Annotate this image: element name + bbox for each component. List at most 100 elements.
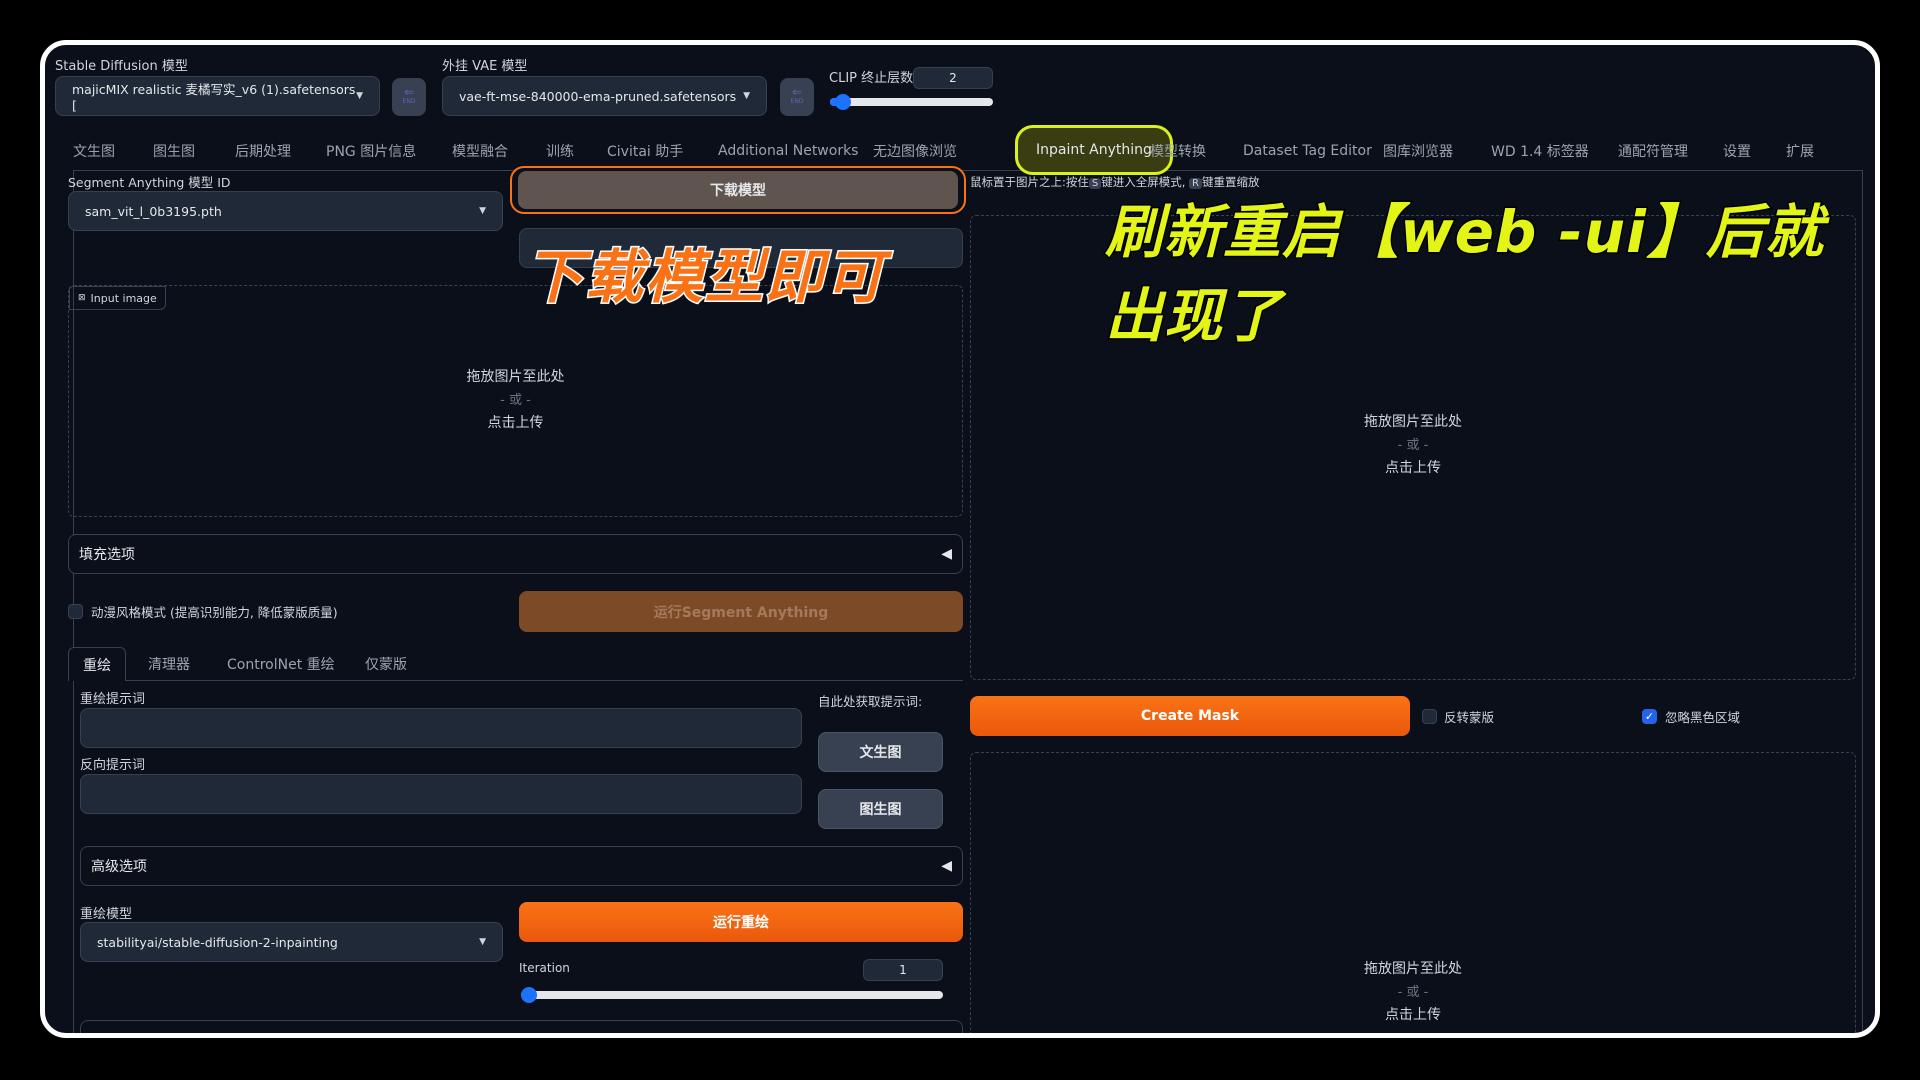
input-image-dropzone[interactable]: ⊠ Input image 拖放图片至此处 - 或 - 点击上传 [68,285,963,517]
subtab-cleaner[interactable]: 清理器 [148,647,190,681]
tab-settings[interactable]: 设置 [1723,131,1751,171]
tab-image-browser[interactable]: 图库浏览器 [1383,131,1453,171]
fill-options-label: 填充选项 [79,547,135,563]
refresh-webui-annotation: 刷新重启【web -ui】后就出现了 [1104,197,1825,352]
upload-or: - 或 - [500,393,531,408]
swap-model-button[interactable]: ⇐ END [392,78,426,116]
invert-mask-label: 反转蒙版 [1444,710,1495,725]
image-icon: ⊠ [78,293,86,303]
negative-prompt-input[interactable] [80,774,802,814]
inpaint-prompt-label: 重绘提示词 [80,692,146,707]
hint-key-s: S [1088,178,1102,189]
hint-pre: 鼠标置于图片之上:按住 [970,175,1089,189]
get-prompt-label: 自此处获取提示词: [818,694,923,709]
inpaint-model-value: stabilityai/stable-diffusion-2-inpaintin… [97,934,338,950]
anime-mode-label: 动漫风格模式 (提高识别能力, 降低蒙版质量) [91,605,338,620]
sd-model-select[interactable]: majicMIX realistic 麦橘写实_v6 (1).safetenso… [55,76,380,116]
upload-line1: 拖放图片至此处 [1364,414,1462,430]
download-model-button[interactable]: 下载模型 [518,171,958,209]
end-icon-text: END [402,98,416,105]
end-icon-text: END [790,98,804,105]
upload-prompt: 拖放图片至此处 - 或 - 点击上传 [971,958,1855,1027]
input-image-label: Input image [90,291,157,305]
tab-additional-networks[interactable]: Additional Networks [718,131,858,171]
upload-prompt: 拖放图片至此处 - 或 - 点击上传 [971,411,1855,480]
swap-vae-button[interactable]: ⇐ END [780,78,814,116]
create-mask-button[interactable]: Create Mask [970,696,1410,736]
tab-extras[interactable]: 后期处理 [235,131,291,171]
anime-mode-checkbox[interactable] [68,604,83,619]
ignore-black-checkbox[interactable]: ✓ [1642,709,1657,724]
chevron-down-icon: ▼ [479,937,486,947]
vae-model-label: 外挂 VAE 模型 [442,59,528,74]
download-model-annotation: 下载模型即可 [523,242,886,313]
negative-prompt-label: 反向提示词 [80,758,146,773]
vae-model-value: vae-ft-mse-840000-ema-pruned.safetensors [459,88,737,104]
upload-prompt: 拖放图片至此处 - 或 - 点击上传 [69,366,962,435]
run-segment-anything-button[interactable]: 运行Segment Anything [519,591,963,632]
tab-civitai-helper[interactable]: Civitai 助手 [607,131,683,171]
main-tabs: 文生图 图生图 后期处理 PNG 图片信息 模型融合 训练 Civitai 助手… [73,125,1863,175]
fill-options-accordion[interactable]: 填充选项 ◀ [68,534,963,574]
sd-model-value: majicMIX realistic 麦橘写实_v6 (1).safetenso… [72,82,356,113]
clip-slider-thumb[interactable] [835,94,852,110]
tab-extensions[interactable]: 扩展 [1786,131,1814,171]
chevron-down-icon: ▼ [356,91,363,101]
download-highlight: 下载模型 [510,166,966,214]
upload-or: - 或 - [1397,985,1429,1000]
tab-train[interactable]: 训练 [546,131,574,171]
advanced-options-label: 高级选项 [91,859,147,875]
tab-img2img[interactable]: 图生图 [153,131,195,171]
tab-png-info[interactable]: PNG 图片信息 [326,131,416,171]
inpaint-subtabs: 重绘 清理器 ControlNet 重绘 仅蒙版 [68,647,963,681]
tab-checkpoint-merger[interactable]: 模型融合 [452,131,508,171]
sd-model-label: Stable Diffusion 模型 [55,59,188,74]
txt2img-prompt-button[interactable]: 文生图 [818,732,943,772]
tab-wildcards-manager[interactable]: 通配符管理 [1618,131,1688,171]
tab-wd14-tagger[interactable]: WD 1.4 标签器 [1491,131,1589,171]
arrow-left-icon: ⇐ [403,85,415,99]
clip-skip-label: CLIP 终止层数 [829,71,914,86]
tab-infinite-image-browsing[interactable]: 无边图像浏览 [873,131,957,171]
inpaint-prompt-input[interactable] [80,708,802,748]
clip-skip-slider[interactable] [830,94,993,110]
upload-or: - 或 - [1397,438,1429,453]
input-image-tag: ⊠ Input image [69,286,166,310]
chevron-down-icon: ▼ [743,91,750,101]
ignore-black-label: 忽略黑色区域 [1665,710,1741,725]
inpaint-model-select[interactable]: stabilityai/stable-diffusion-2-inpaintin… [80,922,503,962]
inpaint-model-label: 重绘模型 [80,907,133,922]
collapse-triangle-icon: ◀ [941,858,952,874]
tab-dataset-tag-editor[interactable]: Dataset Tag Editor [1243,131,1372,171]
tab-model-converter[interactable]: 模型转换 [1150,131,1206,171]
upload-line1: 拖放图片至此处 [466,369,565,385]
mask-image-dropzone[interactable]: 拖放图片至此处 - 或 - 点击上传 [970,752,1856,1033]
arrow-left-icon: ⇐ [791,85,803,99]
iteration-slider-thumb[interactable] [521,987,537,1003]
img2img-prompt-button[interactable]: 图生图 [818,789,943,829]
sam-model-select[interactable]: sam_vit_l_0b3195.pth ▼ [68,191,503,231]
webui-window: Stable Diffusion 模型 majicMIX realistic 麦… [40,40,1880,1038]
upload-line2: 点击上传 [1385,460,1441,476]
run-inpaint-button[interactable]: 运行重绘 [519,902,963,942]
invert-mask-checkbox[interactable] [1422,709,1437,724]
iteration-input[interactable]: 1 [863,959,943,981]
tab-txt2img[interactable]: 文生图 [73,131,115,171]
chevron-down-icon: ▼ [479,206,486,216]
checkmark-icon: ✓ [1644,710,1655,723]
vae-model-select[interactable]: vae-ft-mse-840000-ema-pruned.safetensors… [442,76,767,116]
upload-line2: 点击上传 [1385,1007,1441,1023]
iteration-label: Iteration [519,961,570,975]
sam-model-label: Segment Anything 模型 ID [68,175,231,190]
subtab-inpaint[interactable]: 重绘 [68,647,126,681]
advanced-options-accordion[interactable]: 高级选项 ◀ [80,846,963,886]
collapsed-section[interactable] [80,1020,963,1033]
collapse-triangle-icon: ◀ [941,546,952,562]
sam-model-value: sam_vit_l_0b3195.pth [85,203,222,219]
subtab-controlnet-inpaint[interactable]: ControlNet 重绘 [227,647,335,681]
upload-line2: 点击上传 [487,415,544,431]
clip-skip-input[interactable]: 2 [913,67,993,89]
iteration-slider[interactable] [521,987,943,1003]
subtab-mask-only[interactable]: 仅蒙版 [365,647,407,681]
upload-line1: 拖放图片至此处 [1364,961,1462,977]
